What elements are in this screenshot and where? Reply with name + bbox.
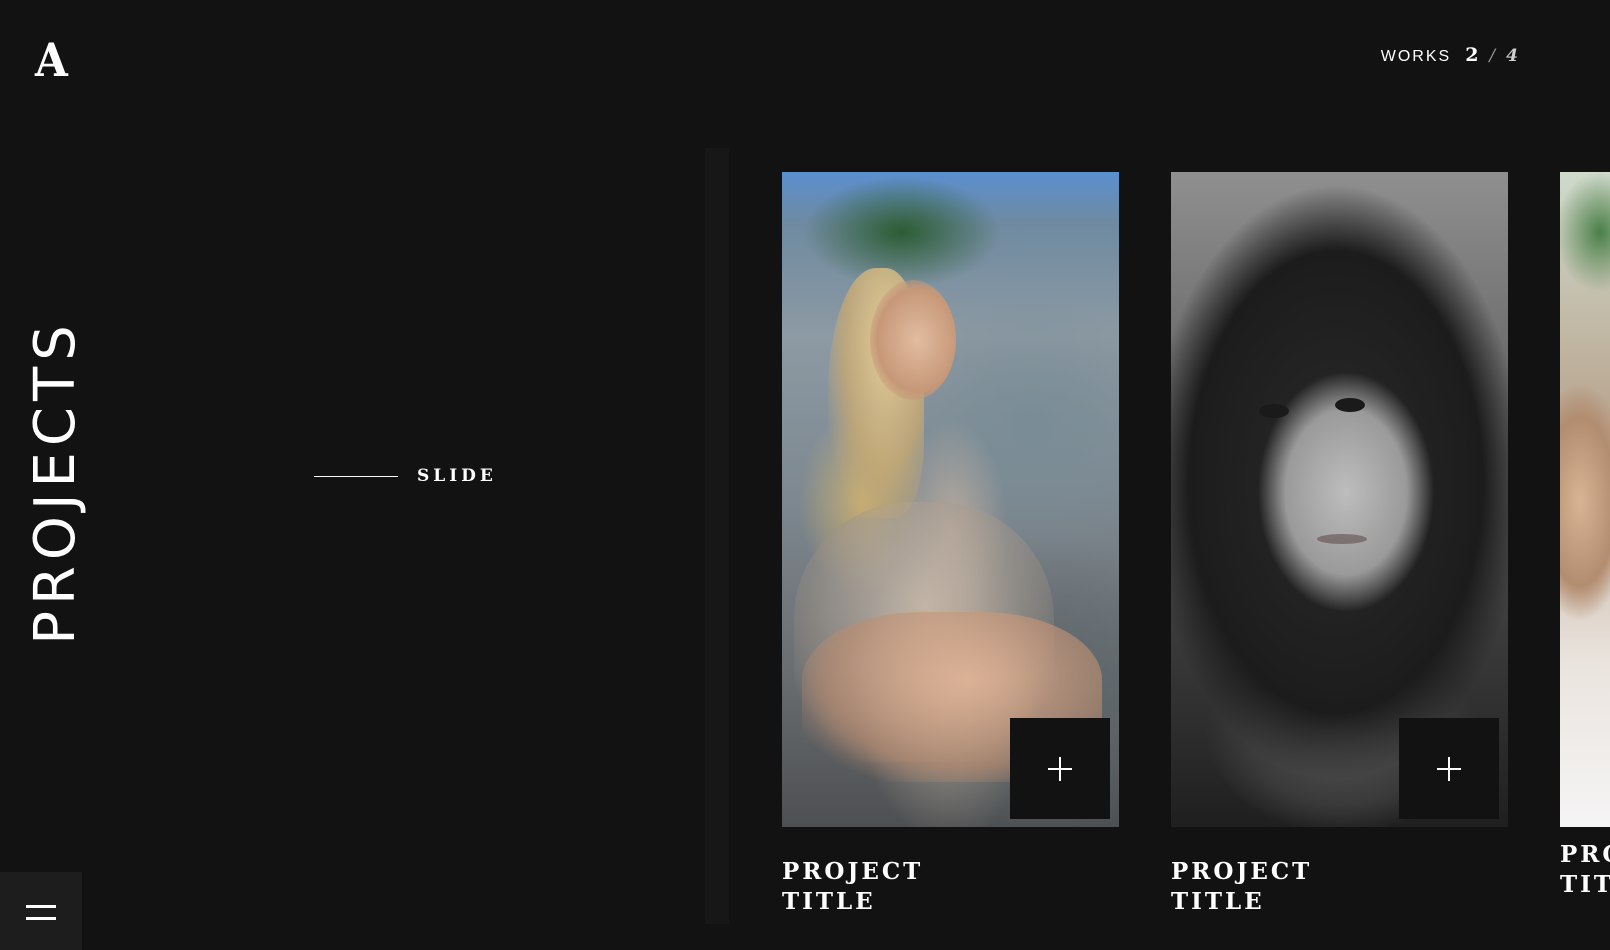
project-title-line: TITLE: [1560, 871, 1610, 898]
slide-hint-label: SLIDE: [417, 466, 497, 486]
image-eye-right: [1335, 398, 1365, 412]
project-title-line: TITLE: [782, 888, 876, 915]
project-image[interactable]: [1560, 172, 1610, 827]
menu-button[interactable]: [0, 872, 82, 950]
counter-separator: /: [1489, 46, 1496, 66]
slider-divider: [705, 148, 729, 924]
project-image[interactable]: [1171, 172, 1508, 827]
project-image[interactable]: [782, 172, 1119, 827]
slide-hint: SLIDE: [314, 466, 497, 486]
project-card[interactable]: PROJECT TITLE: [782, 172, 1119, 917]
plus-icon: [1048, 756, 1072, 781]
works-counter: WORKS 2 / 4: [1381, 44, 1518, 66]
current-slide-number: 2: [1465, 44, 1479, 66]
project-title[interactable]: PROJECT TITLE: [782, 857, 1102, 917]
project-title-line: PROJECT: [1560, 841, 1610, 868]
project-card[interactable]: PROJECT TITLE: [1171, 172, 1508, 917]
plus-icon: [1437, 756, 1461, 781]
logo[interactable]: A: [35, 32, 68, 88]
project-card[interactable]: PROJECT TITLE: [1560, 172, 1610, 900]
project-title[interactable]: PROJECT TITLE: [1560, 840, 1610, 900]
works-label: WORKS: [1380, 48, 1452, 65]
total-slide-number: 4: [1506, 46, 1518, 66]
slide-hint-line: [314, 475, 398, 477]
image-eye-left: [1259, 404, 1289, 418]
open-project-button[interactable]: [1399, 718, 1499, 819]
project-title[interactable]: PROJECT TITLE: [1171, 857, 1491, 917]
open-project-button[interactable]: [1010, 718, 1110, 819]
project-title-line: PROJECT: [782, 858, 924, 885]
page-title: PROJECTS: [23, 319, 88, 645]
image-figure-head: [870, 280, 956, 400]
image-mouth: [1317, 534, 1367, 544]
hamburger-icon: [26, 903, 56, 923]
project-title-line: PROJECT: [1171, 858, 1313, 885]
project-title-line: TITLE: [1171, 888, 1265, 915]
